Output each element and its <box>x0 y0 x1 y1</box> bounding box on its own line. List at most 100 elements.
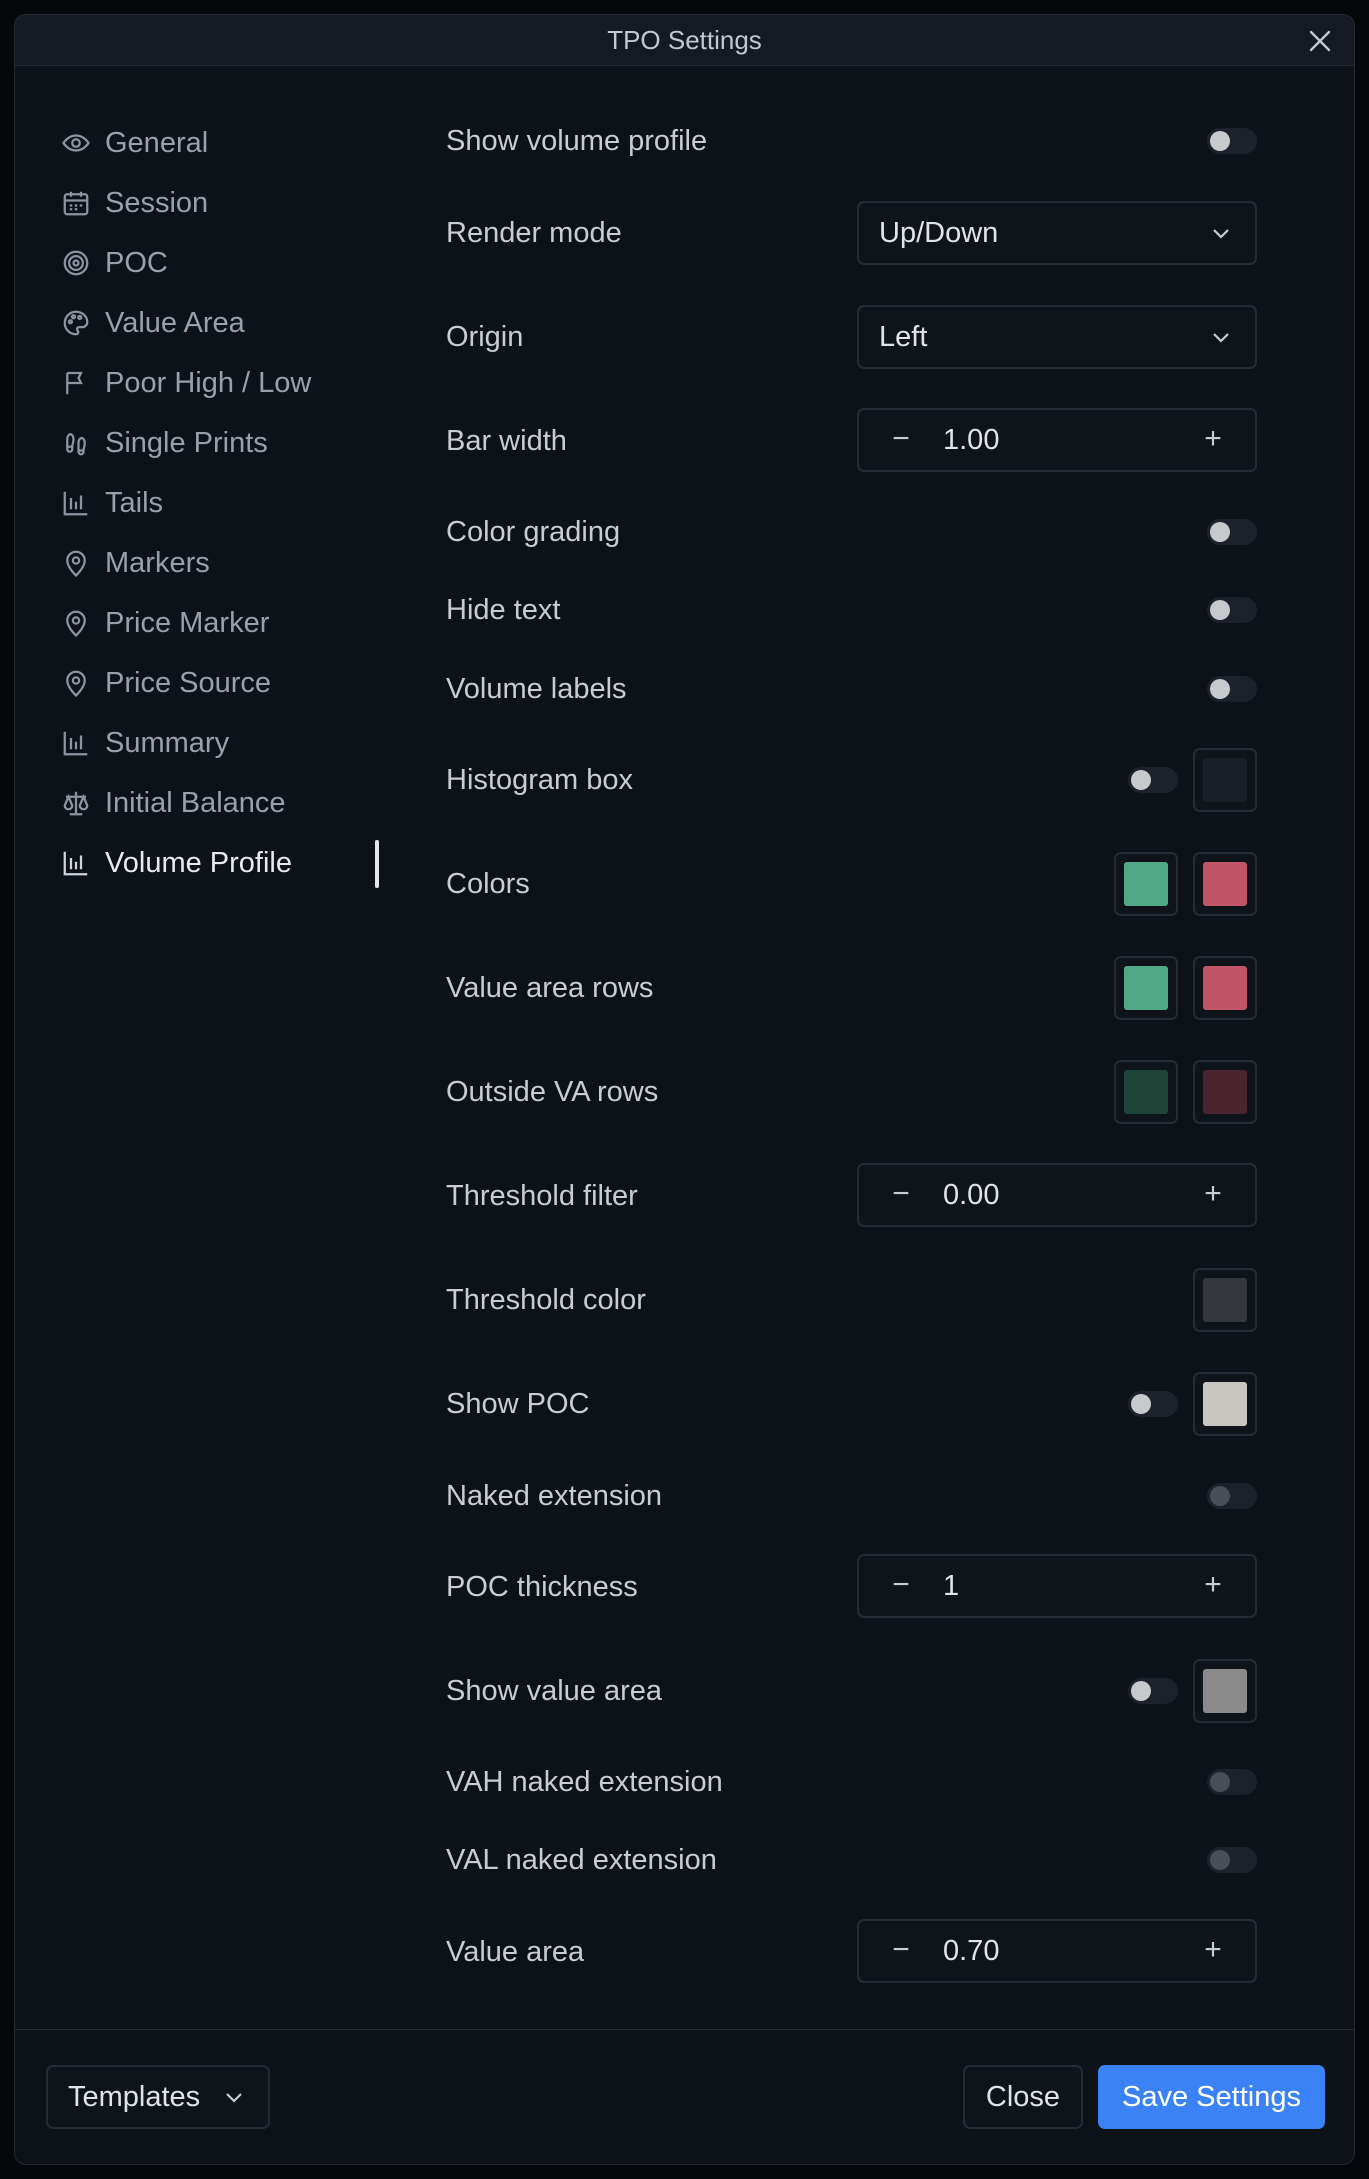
show-volume-profile-toggle[interactable] <box>1207 128 1257 154</box>
swatch-fill <box>1203 1278 1247 1322</box>
sidebar-item-label: General <box>105 126 209 159</box>
decrement-button[interactable]: − <box>871 410 931 470</box>
hide-text-label: Hide text <box>446 594 561 626</box>
dialog-footer: Templates Close Save Settings <box>15 2029 1354 2164</box>
sidebar-item-general[interactable]: General <box>61 119 381 167</box>
sidebar-item-price-source[interactable]: Price Source <box>61 659 381 707</box>
origin-value: Left <box>879 321 928 353</box>
show-poc-color-swatch[interactable] <box>1193 1372 1257 1436</box>
color-grading-toggle[interactable] <box>1207 519 1257 545</box>
poc-thickness-label: POC thickness <box>446 1571 638 1603</box>
colors-down-swatch[interactable] <box>1193 852 1257 916</box>
value-area-stepper: − 0.70 + <box>857 1919 1257 1983</box>
poc-thickness-stepper: − 1 + <box>857 1554 1257 1618</box>
vah-naked-extension-toggle[interactable] <box>1207 1769 1257 1795</box>
threshold-filter-stepper: − 0.00 + <box>857 1163 1257 1227</box>
chevron-down-icon <box>226 2093 242 2103</box>
threshold-filter-label: Threshold filter <box>446 1180 638 1212</box>
histogram-box-toggle[interactable] <box>1128 767 1178 793</box>
swatch-fill <box>1203 758 1247 802</box>
toggle-knob <box>1210 131 1230 151</box>
colors-up-swatch[interactable] <box>1114 852 1178 916</box>
swatch-fill <box>1203 966 1247 1010</box>
sidebar-item-label: Single Prints <box>105 426 268 459</box>
dialog-title: TPO Settings <box>607 25 762 55</box>
increment-button[interactable]: + <box>1183 1921 1243 1981</box>
value-area-rows-up-swatch[interactable] <box>1114 956 1178 1020</box>
bar-chart-icon <box>63 491 88 516</box>
sidebar-item-markers[interactable]: Markers <box>61 539 381 587</box>
decrement-button[interactable]: − <box>871 1165 931 1225</box>
sidebar-item-poor-high-low[interactable]: Poor High / Low <box>61 359 381 407</box>
poc-thickness-value[interactable]: 1 <box>943 1556 959 1616</box>
show-value-area-color-swatch[interactable] <box>1193 1659 1257 1723</box>
sidebar-item-label: Markers <box>105 546 210 579</box>
show-value-area-label: Show value area <box>446 1675 663 1707</box>
threshold-color-swatch[interactable] <box>1193 1268 1257 1332</box>
vah-naked-extension-label: VAH naked extension <box>446 1766 723 1798</box>
value-area-rows-down-swatch[interactable] <box>1193 956 1257 1020</box>
value-area-label: Value area <box>446 1936 585 1968</box>
toggle-knob <box>1210 600 1230 620</box>
sidebar-item-label: Session <box>105 186 209 219</box>
sidebar-item-initial-balance[interactable]: Initial Balance <box>61 779 381 827</box>
value-area-value[interactable]: 0.70 <box>943 1921 999 1981</box>
render-mode-value: Up/Down <box>879 217 999 249</box>
threshold-filter-value[interactable]: 0.00 <box>943 1165 999 1225</box>
show-poc-toggle[interactable] <box>1128 1391 1178 1417</box>
toggle-knob <box>1210 1772 1230 1792</box>
dialog-titlebar: TPO Settings <box>15 15 1354 66</box>
sidebar-item-label: Price Marker <box>105 606 270 639</box>
outside-va-rows-label: Outside VA rows <box>446 1076 659 1108</box>
sidebar-item-poc[interactable]: POC <box>61 239 381 287</box>
sidebar-item-summary[interactable]: Summary <box>61 719 381 767</box>
show-value-area-toggle[interactable] <box>1128 1678 1178 1704</box>
bar-width-value[interactable]: 1.00 <box>943 410 999 470</box>
chevron-down-icon <box>1213 333 1229 343</box>
toggle-knob <box>1131 1394 1151 1414</box>
outside-va-rows-down-swatch[interactable] <box>1193 1060 1257 1124</box>
val-naked-extension-label: VAL naked extension <box>446 1844 717 1876</box>
close-icon[interactable] <box>1306 27 1334 55</box>
volume-labels-toggle[interactable] <box>1207 676 1257 702</box>
color-grading-label: Color grading <box>446 516 621 548</box>
swatch-fill <box>1124 1070 1168 1114</box>
sidebar-item-volume-profile[interactable]: Volume Profile <box>61 839 381 887</box>
templates-button[interactable]: Templates <box>46 2065 270 2129</box>
close-button[interactable]: Close <box>963 2065 1083 2129</box>
increment-button[interactable]: + <box>1183 1165 1243 1225</box>
sidebar-item-single-prints[interactable]: Single Prints <box>61 419 381 467</box>
bar-width-stepper: − 1.00 + <box>857 408 1257 472</box>
sidebar-item-value-area[interactable]: Value Area <box>61 299 381 347</box>
outside-va-rows-up-swatch[interactable] <box>1114 1060 1178 1124</box>
scale-icon <box>63 791 89 816</box>
increment-button[interactable]: + <box>1183 1556 1243 1616</box>
origin-select[interactable]: Left <box>857 305 1257 369</box>
bar-chart-icon <box>63 731 88 756</box>
histogram-box-color-swatch[interactable] <box>1193 748 1257 812</box>
calendar-icon <box>63 191 89 216</box>
render-mode-select[interactable]: Up/Down <box>857 201 1257 265</box>
sidebar-item-label: Summary <box>105 726 230 759</box>
sidebar-item-label: POC <box>105 246 168 279</box>
render-mode-label: Render mode <box>446 217 622 249</box>
flag-icon <box>66 371 83 395</box>
footprints-icon <box>66 433 86 456</box>
sidebar-item-session[interactable]: Session <box>61 179 381 227</box>
increment-button[interactable]: + <box>1183 410 1243 470</box>
sidebar-item-price-marker[interactable]: Price Marker <box>61 599 381 647</box>
threshold-color-label: Threshold color <box>446 1284 646 1316</box>
hide-text-toggle[interactable] <box>1207 597 1257 623</box>
decrement-button[interactable]: − <box>871 1921 931 1981</box>
decrement-button[interactable]: − <box>871 1556 931 1616</box>
origin-label: Origin <box>446 321 524 353</box>
map-pin-icon <box>66 670 86 698</box>
bar-width-label: Bar width <box>446 425 567 457</box>
palette-icon <box>63 310 89 336</box>
naked-extension-toggle[interactable] <box>1207 1483 1257 1509</box>
save-settings-button[interactable]: Save Settings <box>1098 2065 1325 2129</box>
active-indicator <box>375 840 379 888</box>
show-poc-label: Show POC <box>446 1388 590 1420</box>
val-naked-extension-toggle[interactable] <box>1207 1847 1257 1873</box>
sidebar-item-tails[interactable]: Tails <box>61 479 381 527</box>
